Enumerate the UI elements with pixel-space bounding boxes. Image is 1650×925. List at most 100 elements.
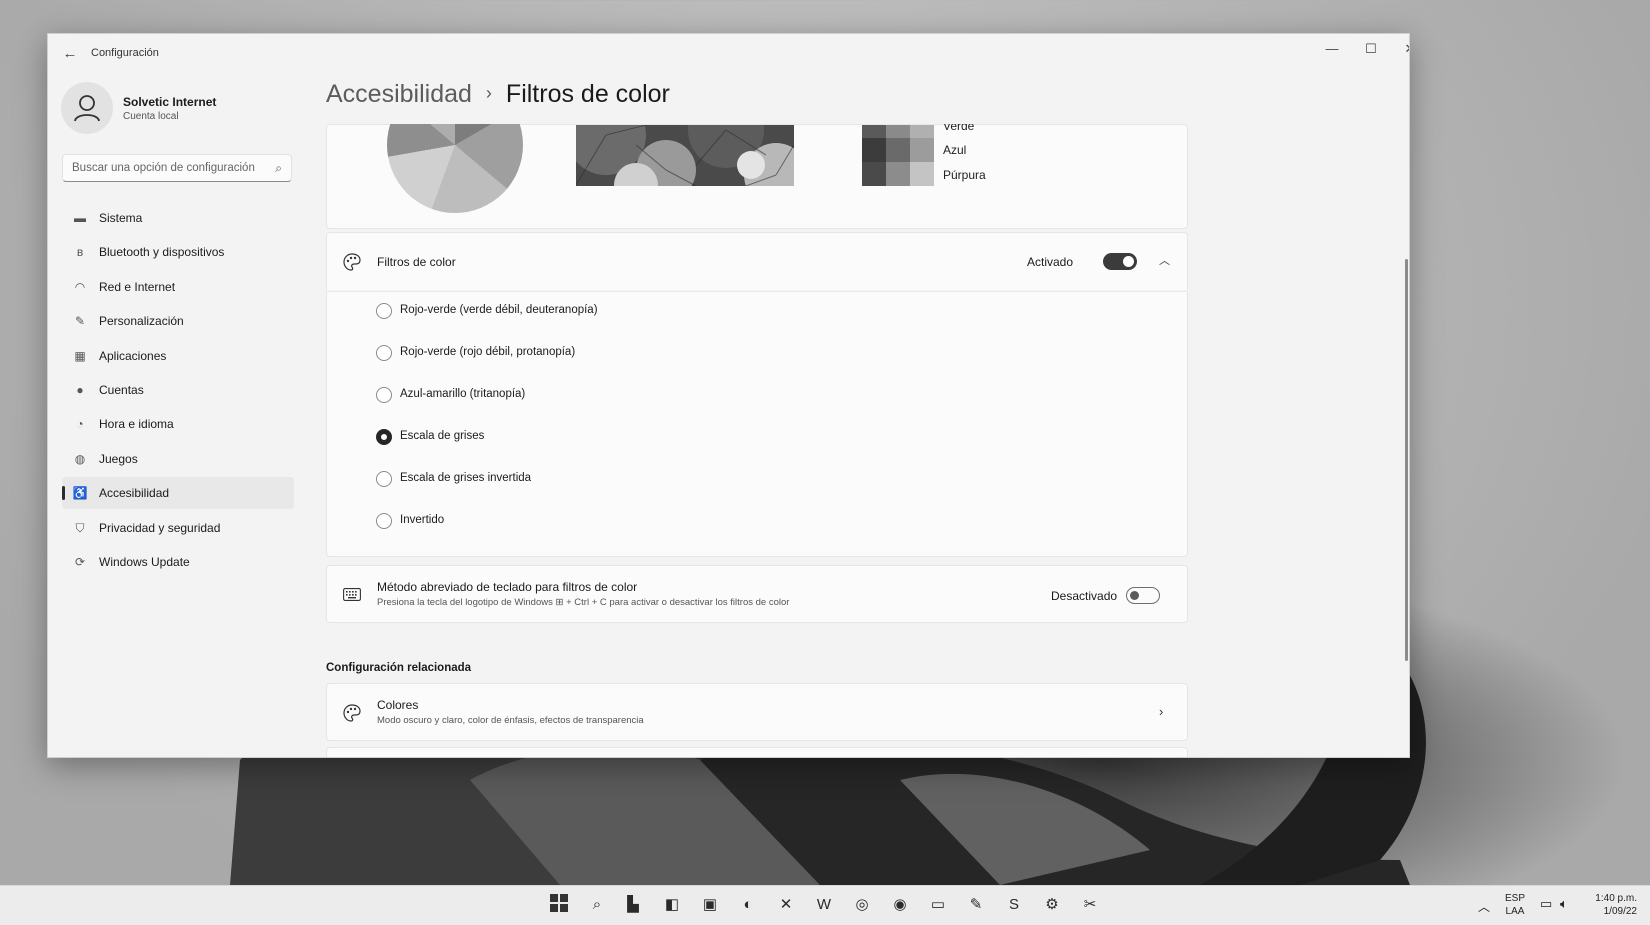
skype-icon[interactable]: S — [1003, 894, 1025, 916]
close-icon: ✕ — [1405, 41, 1409, 56]
edge-icon[interactable]: ◐ — [737, 894, 759, 916]
taskbar: ⌕ ▙ ◧ ▣ ◐ ✕ W ◎ ◉ ▭ ✎ S ⚙ ✂ ︿ ESP LAA ▭ … — [0, 885, 1650, 925]
user-profile[interactable]: Solvetic Internet Cuenta local — [61, 82, 301, 136]
radio-label: Escala de grises — [400, 430, 485, 442]
swatch-label-purpura: Púrpura — [943, 168, 986, 182]
related-card-partial[interactable] — [326, 747, 1188, 757]
sidebar-item-bluetooth[interactable]: ʙ Bluetooth y dispositivos — [62, 236, 294, 268]
update-icon: ⟳ — [74, 554, 86, 569]
sidebar-item-red[interactable]: ◠ Red e Internet — [62, 271, 294, 303]
word-icon[interactable]: W — [813, 894, 835, 916]
color-filter-options: Rojo-verde (verde débil, deuteranopía) R… — [326, 291, 1188, 557]
colors-link-card[interactable]: Colores Modo oscuro y claro, color de én… — [326, 683, 1188, 741]
preview-pie-chart — [387, 124, 523, 213]
person-icon — [74, 95, 100, 122]
minimize-button[interactable]: — — [1312, 34, 1352, 64]
sidebar-item-accesibilidad[interactable]: ♿ Accesibilidad — [62, 477, 294, 510]
clock[interactable]: 1:40 p.m. 1/09/22 — [1585, 892, 1637, 918]
chevron-up-icon[interactable]: ︿ — [1159, 252, 1170, 268]
chrome-icon[interactable]: ◎ — [851, 894, 873, 916]
toggle-knob — [1130, 591, 1139, 600]
person-icon: ● — [76, 382, 84, 397]
task-view-icon[interactable]: ▙ — [622, 894, 644, 916]
excel-icon[interactable]: ✕ — [775, 894, 797, 916]
colors-description: Modo oscuro y claro, color de énfasis, e… — [377, 715, 644, 726]
sidebar-item-cuentas[interactable]: ● Cuentas — [62, 374, 294, 406]
sidebar-item-juegos[interactable]: ◍ Juegos — [62, 443, 294, 475]
chrome-canary-icon[interactable]: ◉ — [889, 894, 911, 916]
radio-label: Escala de grises invertida — [400, 472, 532, 484]
radio-button[interactable] — [376, 387, 392, 403]
settings-icon[interactable]: ⚙ — [1041, 894, 1063, 916]
color-filters-header[interactable]: Filtros de color Activado ︿ — [326, 232, 1188, 290]
preview-swatch-grid — [862, 125, 934, 191]
settings-window: ← Configuración — ☐ ✕ Solvetic Internet … — [47, 33, 1410, 758]
chat-icon[interactable]: ▣ — [699, 894, 721, 916]
brush-icon: ✎ — [74, 314, 86, 329]
windows-start-icon[interactable] — [548, 894, 570, 916]
sidebar-item-privacidad[interactable]: ⛉ Privacidad y seguridad — [62, 512, 294, 544]
clock-globe-icon: ◔ — [76, 417, 84, 432]
chevron-right-icon: › — [1159, 704, 1164, 719]
sidebar-item-personalizacion[interactable]: ✎ Personalización — [62, 305, 294, 337]
back-button[interactable]: ← — [58, 44, 82, 64]
profile-account-type: Cuenta local — [123, 111, 179, 122]
main-content: Verde Azul Púrpura Filtros de color Acti… — [326, 124, 1190, 757]
radio-button[interactable] — [376, 345, 392, 361]
radio-label: Invertido — [400, 514, 445, 526]
radio-button[interactable] — [376, 303, 392, 319]
sidebar-item-aplicaciones[interactable]: ▦ Aplicaciones — [62, 340, 294, 372]
sidebar-item-hora[interactable]: ◔ Hora e idioma — [62, 408, 294, 440]
color-filters-toggle[interactable] — [1103, 253, 1137, 270]
radio-label: Azul-amarillo (tritanopía) — [400, 388, 526, 400]
search-icon[interactable]: ⌕ — [586, 894, 608, 916]
clock-date: 1/09/22 — [1603, 906, 1637, 917]
sidebar-item-label: Sistema — [99, 211, 143, 225]
swatch-label-azul: Azul — [943, 143, 967, 157]
breadcrumb: Accesibilidad › Filtros de color — [326, 80, 670, 109]
shortcut-toggle[interactable] — [1126, 587, 1160, 604]
search-input[interactable]: Buscar una opción de configuración ⌕ — [62, 154, 292, 182]
sidebar-item-label: Personalización — [99, 314, 184, 329]
radio-label: Rojo-verde (verde débil, deuteranopía) — [400, 304, 598, 316]
file-explorer-icon[interactable]: ▭ — [927, 894, 949, 916]
title-bar: ← Configuración — ☐ ✕ — [48, 34, 1410, 74]
snipping-tool-icon[interactable]: ✂ — [1079, 894, 1101, 916]
apps-icon: ▦ — [74, 348, 86, 363]
shortcut-title: Método abreviado de teclado para filtros… — [377, 580, 638, 594]
profile-name: Solvetic Internet — [123, 95, 217, 109]
radio-button-selected[interactable] — [376, 429, 392, 445]
sidebar-item-label: Aplicaciones — [99, 348, 167, 363]
close-button[interactable]: ✕ — [1390, 34, 1409, 64]
radio-label: Rojo-verde (rojo débil, protanopía) — [400, 346, 576, 358]
clock-time: 1:40 p.m. — [1595, 893, 1637, 904]
toggle-knob — [1123, 256, 1134, 267]
notepad-icon[interactable]: ✎ — [965, 894, 987, 916]
sidebar-item-label: Accesibilidad — [99, 486, 170, 501]
monitor-icon: ▬ — [74, 211, 86, 225]
search-placeholder: Buscar una opción de configuración — [72, 162, 255, 174]
radio-button[interactable] — [376, 471, 392, 487]
colors-title: Colores — [377, 698, 419, 712]
sidebar-item-windows-update[interactable]: ⟳ Windows Update — [62, 546, 294, 578]
keyboard-shortcut-card: Método abreviado de teclado para filtros… — [326, 565, 1188, 623]
keyboard-icon — [343, 588, 361, 601]
wifi-icon: ◠ — [74, 279, 86, 294]
accessibility-icon: ♿ — [72, 486, 88, 501]
widgets-icon[interactable]: ◧ — [661, 894, 683, 916]
arrow-left-icon: ← — [62, 45, 78, 62]
breadcrumb-parent[interactable]: Accesibilidad — [326, 80, 472, 108]
palette-icon — [343, 704, 361, 722]
sidebar-item-label: Juegos — [99, 451, 138, 466]
chevron-up-icon[interactable]: ︿ — [1478, 898, 1490, 915]
vertical-scrollbar[interactable] — [1405, 259, 1408, 661]
maximize-button[interactable]: ☐ — [1351, 34, 1391, 64]
shield-icon: ⛉ — [75, 520, 85, 535]
volume-icon[interactable]: 🔈︎ — [1560, 896, 1568, 912]
maximize-icon: ☐ — [1365, 41, 1377, 56]
bluetooth-icon: ʙ — [76, 245, 84, 260]
network-icon[interactable]: ▭ — [1540, 896, 1552, 912]
language-indicator[interactable]: ESP LAA — [1505, 892, 1525, 918]
sidebar-item-sistema[interactable]: ▬ Sistema — [62, 202, 294, 234]
radio-button[interactable] — [376, 513, 392, 529]
